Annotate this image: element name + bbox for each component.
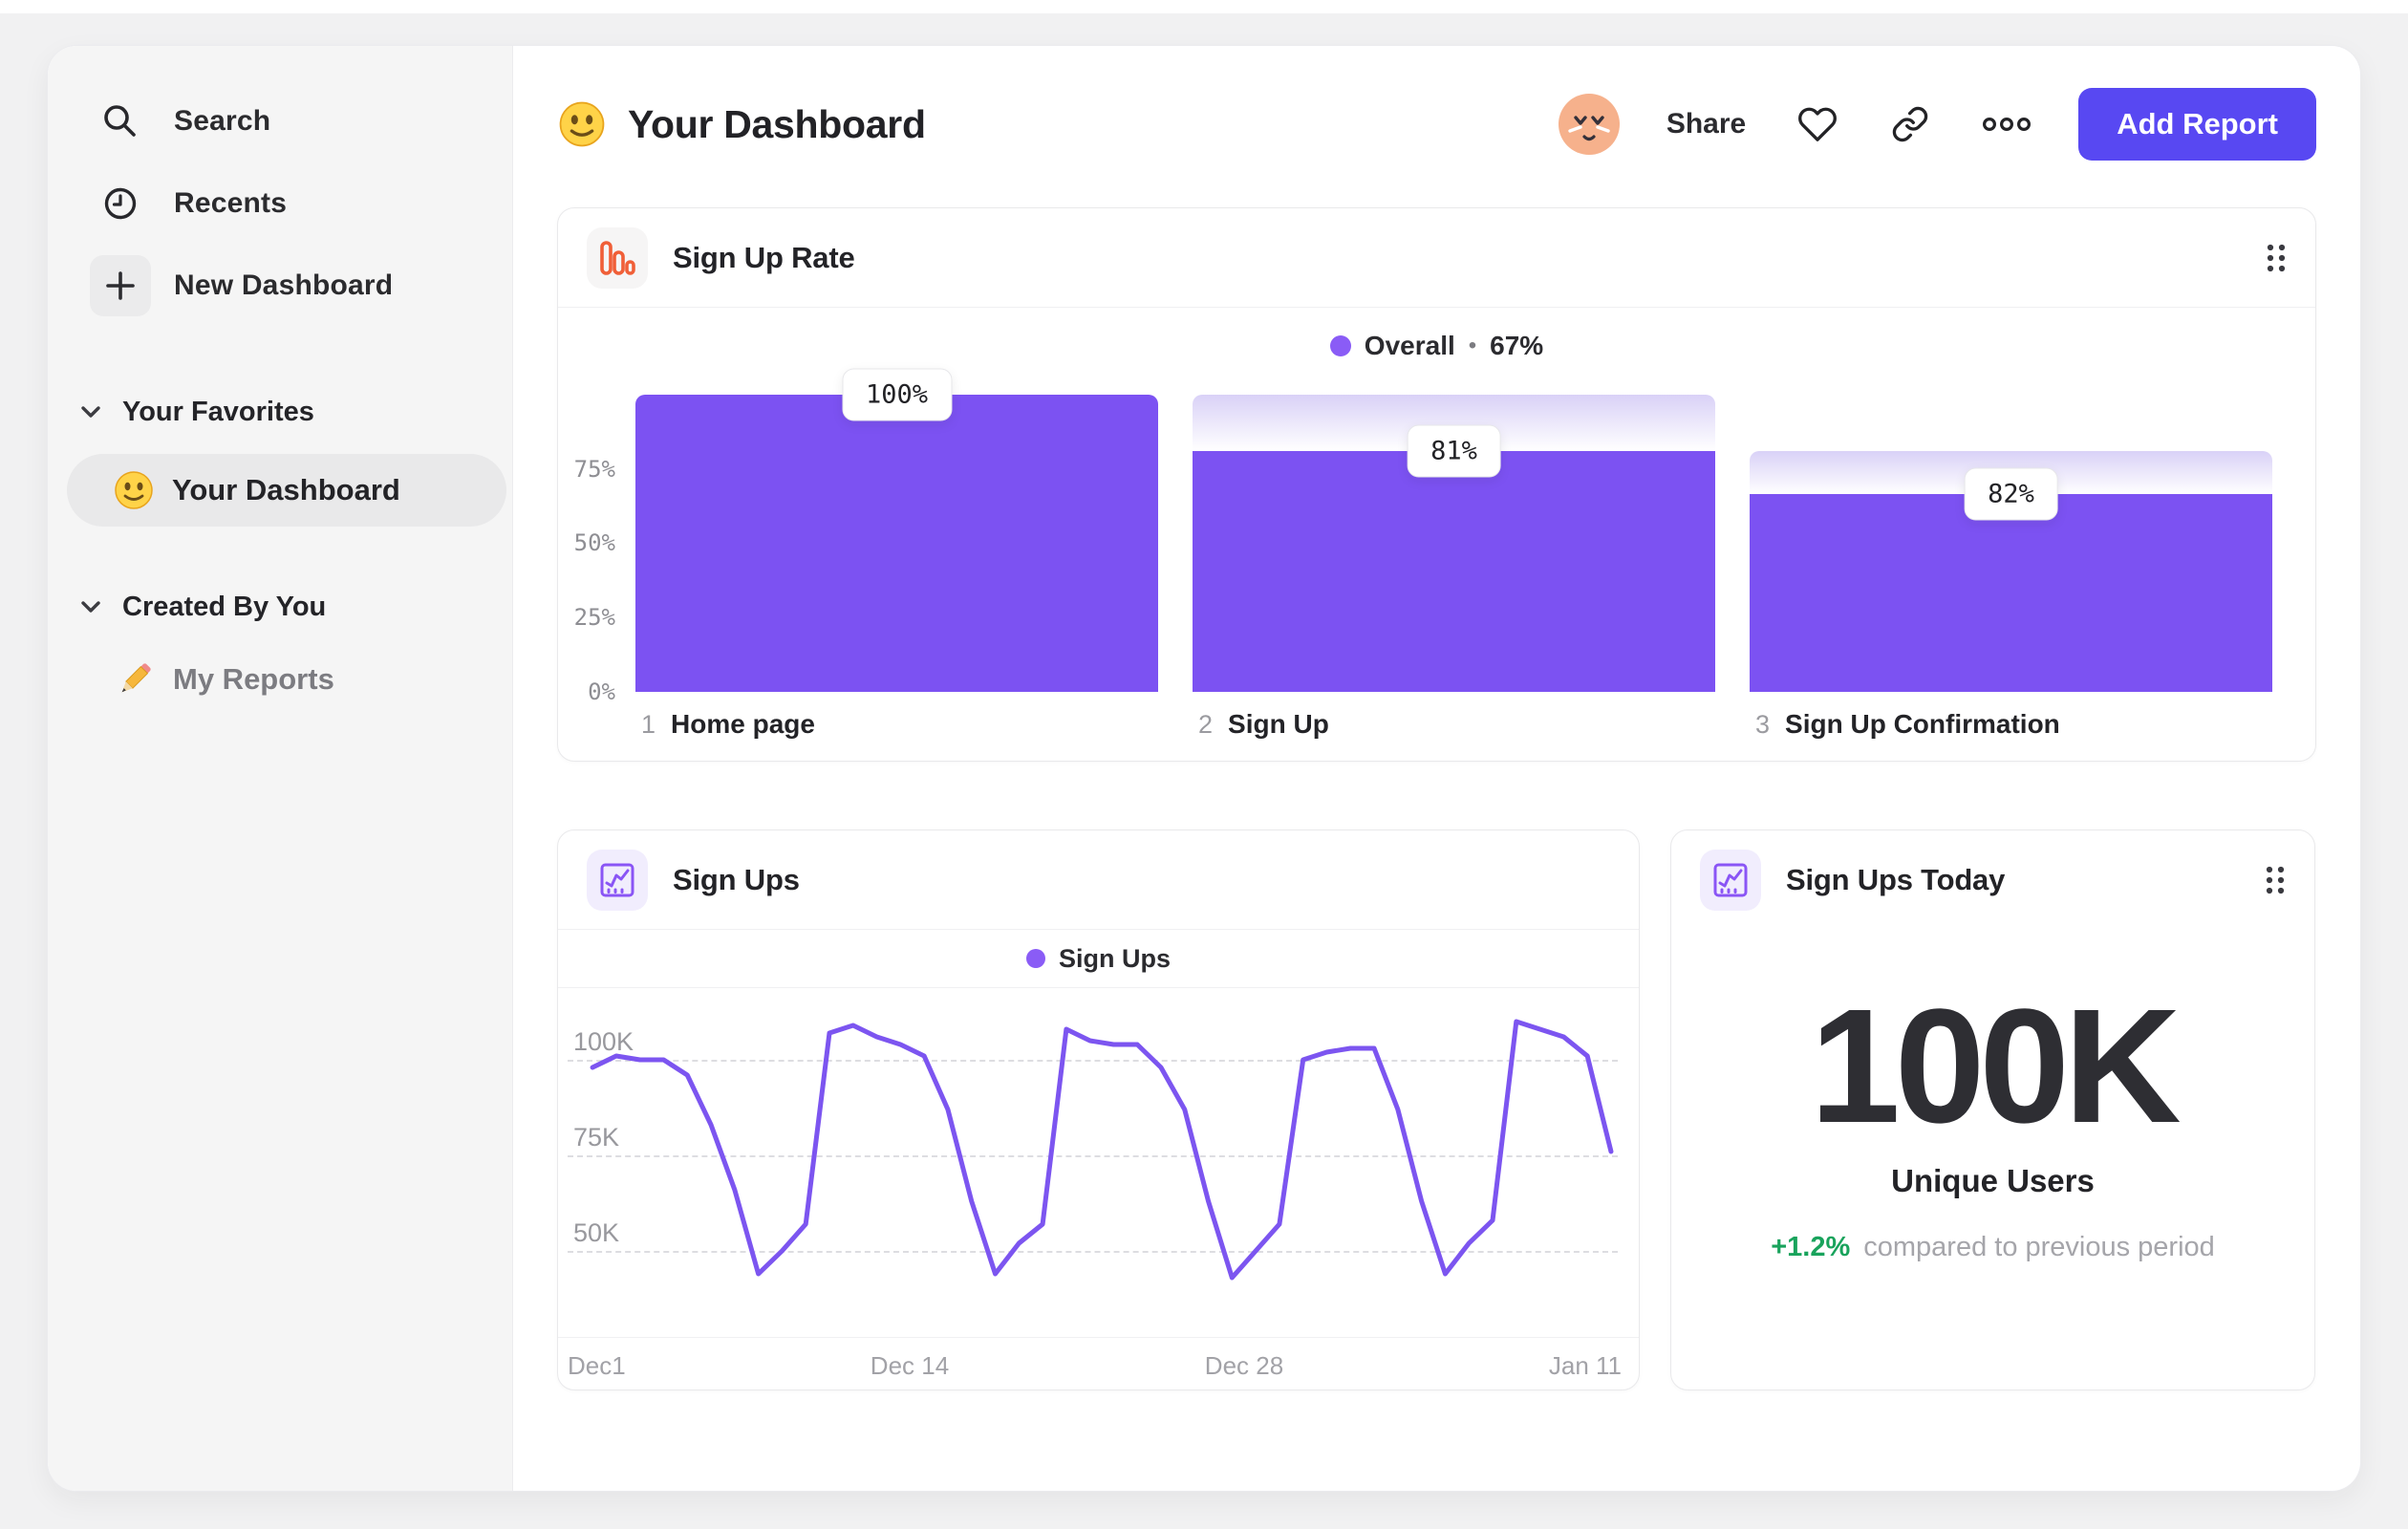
sidebar-item-my-reports[interactable]: My Reports	[114, 649, 512, 710]
legend-separator: •	[1468, 333, 1477, 358]
smiley-icon	[557, 99, 607, 149]
chevron-down-icon	[80, 405, 101, 419]
sidebar-item-recents[interactable]: Recents	[90, 173, 512, 234]
card-header: Sign Ups Today	[1671, 830, 2314, 930]
funnel-step-name: Sign Up	[1228, 709, 1329, 739]
app-window: Search Recents New Dashboard Your Favori…	[48, 46, 2360, 1491]
card-title: Sign Ups Today	[1786, 863, 2006, 896]
line-legend: Sign Ups	[558, 930, 1639, 988]
funnel-bar-fill	[1750, 494, 2272, 692]
ellipsis-icon[interactable]	[1983, 118, 2032, 131]
smiley-icon	[113, 469, 155, 511]
dashboard-header: Your Dashboard Share Add Report	[557, 84, 2316, 164]
pencil-icon	[114, 658, 156, 700]
funnel-value-tooltip: 100%	[841, 368, 953, 421]
x-axis: Dec1 Dec 14 Dec 28 Jan 11	[558, 1337, 1639, 1390]
sidebar-item-label: My Reports	[173, 662, 334, 696]
card-title: Sign Ups	[673, 862, 800, 896]
card-title: Sign Up Rate	[673, 240, 855, 274]
funnel-step-index: 3	[1755, 709, 1771, 739]
metric-value: 100K	[1810, 976, 2181, 1157]
chevron-down-icon	[80, 600, 101, 614]
funnel-value-tooltip: 81%	[1407, 424, 1501, 478]
bottom-row: Sign Ups Sign Ups 100K 75K 50K Dec1 Dec …	[557, 829, 2316, 1390]
legend-dot	[1329, 335, 1351, 356]
legend-value: 67%	[1490, 331, 1544, 360]
x-axis-tick: Jan 11	[1548, 1351, 1622, 1380]
delta-caption: compared to previous period	[1863, 1232, 2215, 1262]
sidebar-item-search[interactable]: Search	[90, 91, 512, 152]
heart-icon[interactable]	[1797, 104, 1838, 144]
sidebar-section-favorites[interactable]: Your Favorites	[80, 391, 512, 433]
x-axis-tick: Dec 28	[1204, 1351, 1284, 1380]
signups-line-svg	[590, 1019, 1614, 1281]
funnel-value-tooltip: 82%	[1964, 467, 2058, 521]
search-icon	[90, 91, 151, 152]
sign-up-rate-card: Sign Up Rate Overall • 67% 75% 50% 25% 0…	[557, 207, 2316, 762]
funnel-bar-3[interactable]: 82%	[1750, 395, 2272, 692]
line-plot: 100K 75K 50K	[568, 991, 1618, 1337]
main-content: Your Dashboard Share Add Report Sign Up …	[513, 46, 2360, 1491]
legend-label: Sign Ups	[1058, 943, 1171, 973]
funnel-step-label: 3 Sign Up Confirmation	[1755, 709, 2060, 740]
plus-icon	[90, 255, 151, 316]
page-title: Your Dashboard	[628, 101, 926, 146]
share-button[interactable]: Share	[1666, 108, 1746, 140]
y-axis-tick: 25%	[573, 604, 615, 631]
sign-ups-card: Sign Ups Sign Ups 100K 75K 50K Dec1 Dec …	[557, 829, 1640, 1390]
y-axis-tick: 75%	[573, 456, 615, 483]
metric-label: Unique Users	[1891, 1163, 2095, 1198]
drag-handle-icon[interactable]	[2266, 243, 2287, 273]
line-chart-icon	[587, 849, 648, 911]
sidebar-section-created-by-you[interactable]: Created By You	[80, 586, 512, 628]
funnel-step-label: 1 Home page	[641, 709, 815, 740]
x-axis-tick: Dec 14	[870, 1351, 950, 1380]
sidebar-section-title: Created By You	[122, 591, 327, 622]
drag-handle-icon[interactable]	[2265, 865, 2286, 895]
sidebar-section-title: Your Favorites	[122, 396, 314, 427]
header-actions: Share Add Report	[1558, 88, 2316, 161]
background-window-strip	[0, 0, 2408, 13]
sidebar-item-your-dashboard[interactable]: Your Dashboard	[67, 454, 506, 527]
signups-line[interactable]	[590, 1019, 1614, 1281]
y-axis-tick: 50%	[573, 529, 615, 556]
x-axis-tick: Dec1	[568, 1351, 626, 1380]
funnel-category-labels: 1 Home page 2 Sign Up 3 Sign Up Confirmation	[558, 709, 2315, 747]
funnel-bar-fill	[635, 395, 1158, 692]
link-icon[interactable]	[1891, 105, 1929, 143]
funnel-legend: Overall • 67%	[558, 331, 2315, 361]
legend-dot	[1025, 949, 1045, 968]
metric-delta: +1.2% compared to previous period	[1771, 1232, 2215, 1263]
metric-body: 100K Unique Users +1.2% compared to prev…	[1671, 930, 2314, 1263]
y-axis-tick: 0%	[588, 678, 615, 705]
legend-label: Overall	[1364, 331, 1455, 360]
sidebar-item-label: Recents	[174, 187, 288, 219]
line-chart-icon	[1700, 850, 1761, 911]
title-wrap: Your Dashboard	[557, 99, 926, 149]
sidebar-item-new-dashboard[interactable]: New Dashboard	[90, 255, 512, 316]
funnel-step-index: 1	[641, 709, 656, 739]
sidebar: Search Recents New Dashboard Your Favori…	[48, 46, 513, 1491]
funnel-bar-2[interactable]: 81%	[1193, 395, 1715, 692]
delta-value: +1.2%	[1771, 1232, 1851, 1262]
funnel-chart: 75% 50% 25% 0% 100% 81% 82%	[558, 368, 2315, 705]
sidebar-item-label: Search	[174, 105, 271, 137]
card-header: Sign Up Rate	[558, 208, 2315, 308]
bar-chart-icon	[587, 226, 648, 289]
funnel-step-name: Sign Up Confirmation	[1785, 709, 2060, 739]
sign-ups-today-card: Sign Ups Today 100K Unique Users +1.2% c…	[1670, 829, 2315, 1390]
funnel-step-name: Home page	[671, 709, 815, 739]
funnel-step-index: 2	[1198, 709, 1214, 739]
sidebar-item-label: Your Dashboard	[172, 473, 400, 506]
sidebar-item-label: New Dashboard	[174, 269, 394, 301]
funnel-bar-fill	[1193, 451, 1715, 692]
avatar[interactable]	[1558, 93, 1621, 156]
funnel-bar-1[interactable]: 100%	[635, 368, 1158, 692]
add-report-button[interactable]: Add Report	[2078, 88, 2316, 161]
funnel-step-label: 2 Sign Up	[1198, 709, 1329, 740]
card-header: Sign Ups	[558, 830, 1639, 930]
clock-icon	[90, 173, 151, 234]
